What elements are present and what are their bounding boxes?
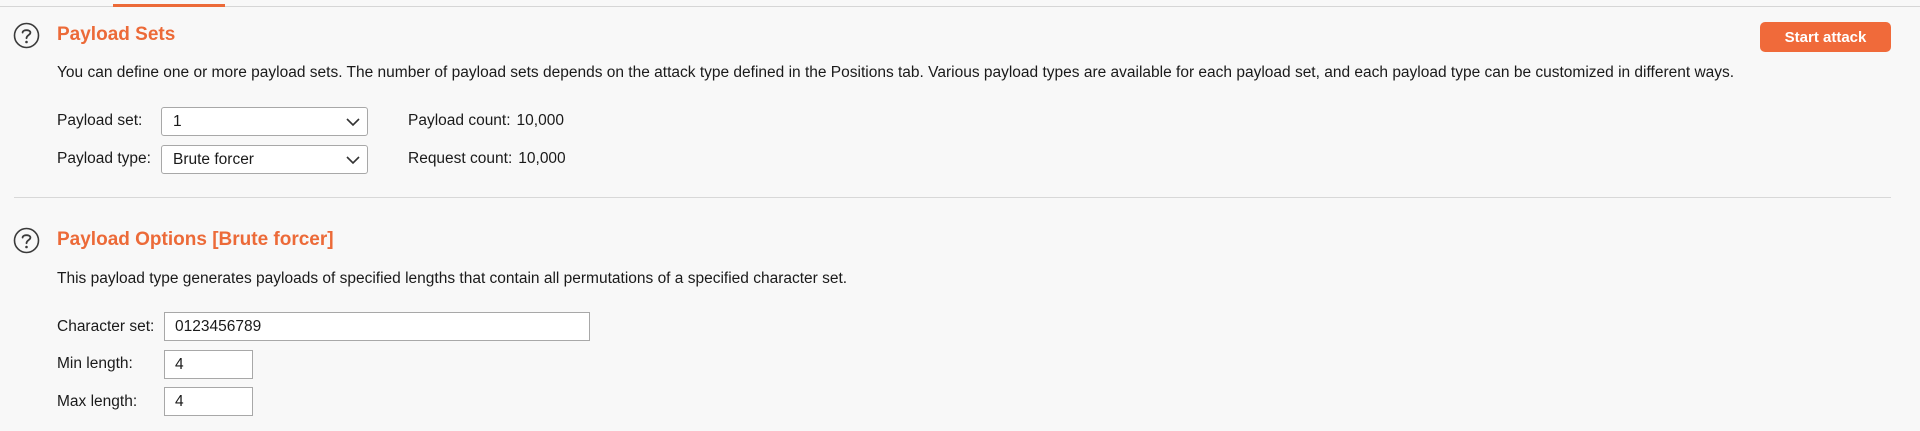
help-icon[interactable]: [13, 22, 40, 49]
min-length-input[interactable]: 4: [164, 350, 253, 379]
payload-sets-title: Payload Sets: [57, 24, 176, 45]
payload-options-description: This payload type generates payloads of …: [57, 270, 848, 287]
request-count-value: 10,000: [518, 150, 566, 167]
help-icon[interactable]: [13, 227, 40, 254]
payload-set-label: Payload set:: [57, 112, 143, 129]
payload-type-label: Payload type:: [57, 150, 151, 167]
active-tab-indicator: [113, 4, 225, 7]
request-count: Request count: 10,000: [408, 150, 566, 168]
payload-set-value: 1: [173, 113, 182, 130]
payload-set-select[interactable]: 1: [161, 107, 368, 136]
min-length-value: 4: [175, 356, 184, 373]
payload-count: Payload count: 10,000: [408, 112, 564, 130]
start-attack-button[interactable]: Start attack: [1760, 22, 1891, 52]
max-length-label: Max length:: [57, 393, 138, 410]
character-set-value: 0123456789: [175, 318, 262, 335]
payload-type-select[interactable]: Brute forcer: [161, 145, 368, 174]
payload-sets-description: You can define one or more payload sets.…: [57, 64, 1735, 81]
chevron-down-icon: [345, 152, 361, 168]
payload-options-title: Payload Options [Brute forcer]: [57, 229, 334, 250]
character-set-label: Character set:: [57, 318, 155, 335]
top-border: [0, 6, 1920, 7]
payload-count-value: 10,000: [516, 112, 564, 129]
section-divider: [14, 197, 1891, 198]
min-length-label: Min length:: [57, 355, 133, 372]
payload-count-label: Payload count:: [408, 112, 511, 129]
request-count-label: Request count:: [408, 150, 513, 167]
character-set-input[interactable]: 0123456789: [164, 312, 590, 341]
max-length-input[interactable]: 4: [164, 387, 253, 416]
chevron-down-icon: [345, 114, 361, 130]
max-length-value: 4: [175, 393, 184, 410]
payload-type-value: Brute forcer: [173, 151, 254, 168]
